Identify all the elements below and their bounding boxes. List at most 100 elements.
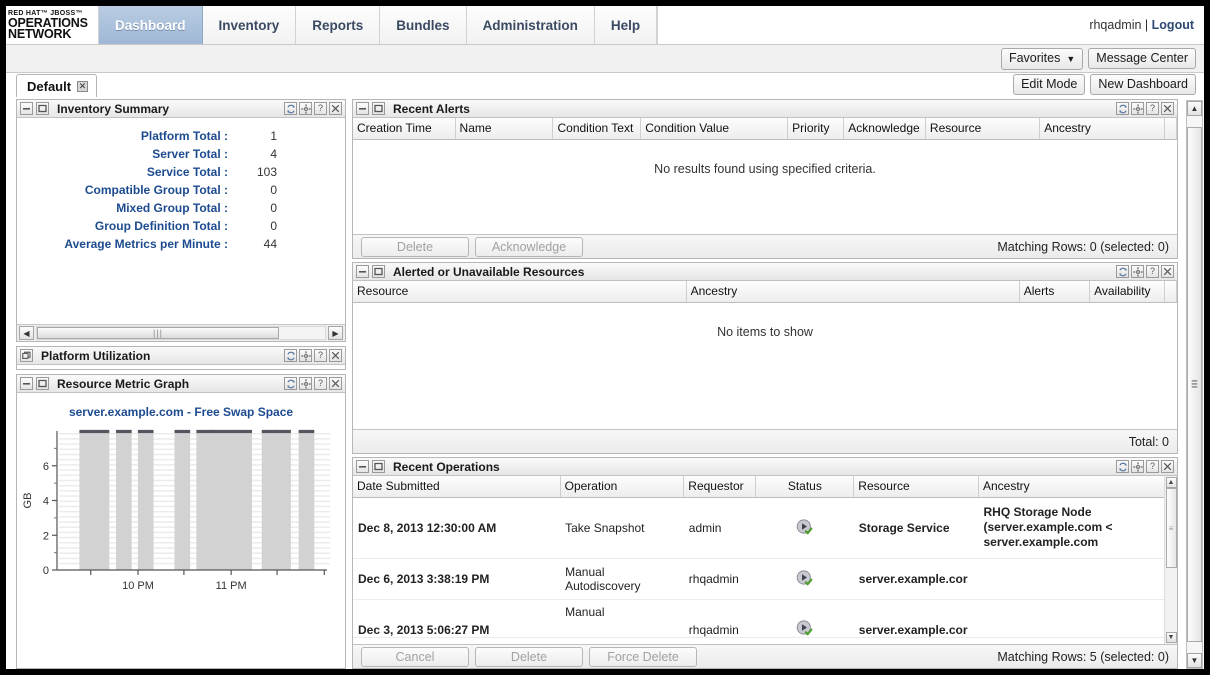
scroll-thumb[interactable]: ||| — [37, 327, 279, 339]
nav-item-bundles[interactable]: Bundles — [380, 6, 467, 44]
close-icon[interactable] — [329, 349, 342, 362]
gear-icon[interactable] — [1131, 265, 1144, 278]
refresh-icon[interactable] — [284, 102, 297, 115]
help-icon[interactable]: ? — [314, 377, 327, 390]
nav-item-help[interactable]: Help — [594, 6, 658, 44]
help-icon[interactable]: ? — [314, 102, 327, 115]
operation-success-icon — [797, 519, 813, 535]
column-header-ancestry[interactable]: Ancestry — [1039, 118, 1165, 140]
cell-resource[interactable]: Storage Service — [853, 497, 979, 559]
column-header-availability[interactable]: Availability — [1089, 281, 1165, 303]
refresh-icon[interactable] — [1116, 265, 1129, 278]
help-icon[interactable]: ? — [1146, 102, 1159, 115]
column-header-alerts[interactable]: Alerts — [1019, 281, 1091, 303]
close-icon[interactable] — [1161, 265, 1174, 278]
close-icon[interactable] — [1161, 460, 1174, 473]
page-vertical-scrollbar[interactable]: ▲ ━ ━ ━ ▼ — [1186, 100, 1203, 669]
column-header-resource[interactable]: Resource — [925, 118, 1041, 140]
horizontal-scrollbar[interactable]: ◀ ||| ▶ — [17, 324, 345, 341]
column-header-operation[interactable]: Operation — [560, 476, 685, 498]
maximize-icon[interactable] — [372, 102, 385, 115]
acknowledge-button[interactable]: Acknowledge — [475, 236, 583, 257]
refresh-icon[interactable] — [1116, 102, 1129, 115]
nav-item-dashboard[interactable]: Dashboard — [98, 6, 203, 44]
scroll-thumb[interactable]: ━ ━ ━ — [1187, 126, 1202, 643]
cancel-button[interactable]: Cancel — [361, 646, 469, 667]
scroll-down-icon[interactable]: ▼ — [1165, 632, 1177, 643]
gear-icon[interactable] — [299, 349, 312, 362]
table-row[interactable]: Dec 6, 2013 3:38:19 PM Manual Autodiscov… — [353, 558, 1164, 600]
portlet-header: Platform Utilization ? — [17, 347, 345, 365]
grid-vertical-scrollbar[interactable]: ▲ ≡ ▼ — [1164, 476, 1177, 644]
minimize-icon[interactable] — [356, 265, 369, 278]
scroll-up-icon[interactable]: ▲ — [1187, 101, 1202, 116]
scroll-thumb[interactable]: ≡ — [1165, 488, 1177, 569]
table-row[interactable]: Dec 8, 2013 12:30:00 AM Take Snapshot ad… — [353, 497, 1164, 559]
new-dashboard-button[interactable]: New Dashboard — [1090, 74, 1196, 95]
logout-link[interactable]: Logout — [1152, 18, 1194, 32]
scroll-up-icon[interactable]: ▲ — [1165, 477, 1177, 488]
cell-date-submitted[interactable]: Dec 8, 2013 12:30:00 AM — [353, 497, 561, 559]
column-header-condition-value[interactable]: Condition Value — [640, 118, 789, 140]
close-icon[interactable] — [329, 102, 342, 115]
cell-resource[interactable]: server.example.cor — [853, 599, 979, 638]
gear-icon[interactable] — [299, 102, 312, 115]
close-icon[interactable]: ✕ — [77, 80, 89, 92]
delete-button[interactable]: Delete — [475, 646, 583, 667]
gear-icon[interactable] — [299, 377, 312, 390]
scroll-left-icon[interactable]: ◀ — [19, 326, 34, 340]
dashboard-tab-default[interactable]: Default ✕ — [16, 74, 98, 97]
nav-item-administration[interactable]: Administration — [466, 6, 595, 44]
column-header-acknowledge[interactable]: Acknowledge — [843, 118, 926, 140]
help-icon[interactable]: ? — [1146, 265, 1159, 278]
scroll-down-icon[interactable]: ▼ — [1187, 653, 1202, 668]
column-header-status[interactable]: Status — [755, 476, 855, 498]
close-icon[interactable] — [329, 377, 342, 390]
message-center-button[interactable]: Message Center — [1088, 48, 1196, 69]
cell-date-submitted[interactable]: Dec 3, 2013 5:06:27 PM — [353, 599, 561, 638]
maximize-icon[interactable] — [372, 265, 385, 278]
maximize-icon[interactable] — [36, 102, 49, 115]
gear-icon[interactable] — [1131, 102, 1144, 115]
minimize-icon[interactable] — [20, 102, 33, 115]
minimize-icon[interactable] — [356, 460, 369, 473]
minimize-icon[interactable] — [356, 102, 369, 115]
maximize-icon[interactable] — [36, 377, 49, 390]
column-header-requestor[interactable]: Requestor — [683, 476, 757, 498]
minimize-icon[interactable] — [20, 377, 33, 390]
column-header-creation-time[interactable]: Creation Time — [353, 118, 456, 140]
column-header-ancestry[interactable]: Ancestry — [686, 281, 1020, 303]
restore-icon[interactable] — [20, 349, 33, 362]
cell-date-submitted[interactable]: Dec 6, 2013 3:38:19 PM — [353, 558, 561, 600]
gear-icon[interactable] — [1131, 460, 1144, 473]
edit-mode-button[interactable]: Edit Mode — [1013, 74, 1086, 95]
row-label: Service Total : — [146, 165, 228, 179]
table-row[interactable]: Dec 3, 2013 5:06:27 PM Manual rhqadmin s… — [353, 599, 1164, 638]
force-delete-button[interactable]: Force Delete — [589, 646, 697, 667]
nav-item-reports[interactable]: Reports — [296, 6, 381, 44]
scroll-track[interactable]: ≡ — [1165, 488, 1177, 631]
close-icon[interactable] — [1161, 102, 1174, 115]
column-header-name[interactable]: Name — [455, 118, 554, 140]
column-header-date-submitted[interactable]: Date Submitted — [353, 476, 561, 498]
scroll-right-icon[interactable]: ▶ — [328, 326, 343, 340]
inventory-row-average-metrics-per-minute: Average Metrics per Minute : 44 — [17, 235, 345, 253]
column-header-resource[interactable]: Resource — [853, 476, 979, 498]
refresh-icon[interactable] — [1116, 460, 1129, 473]
cell-resource[interactable]: server.example.cor — [853, 558, 979, 600]
help-icon[interactable]: ? — [314, 349, 327, 362]
column-header-ancestry[interactable]: Ancestry — [978, 476, 1164, 498]
column-header-resource[interactable]: Resource — [353, 281, 687, 303]
row-value: 0 — [270, 219, 277, 233]
refresh-icon[interactable] — [284, 349, 297, 362]
maximize-icon[interactable] — [372, 460, 385, 473]
help-icon[interactable]: ? — [1146, 460, 1159, 473]
column-header-condition-text[interactable]: Condition Text — [552, 118, 642, 140]
column-header-priority[interactable]: Priority — [787, 118, 845, 140]
nav-item-inventory[interactable]: Inventory — [202, 6, 297, 44]
delete-button[interactable]: Delete — [361, 236, 469, 257]
favorites-dropdown[interactable]: Favorites ▼ — [1000, 47, 1084, 70]
refresh-icon[interactable] — [284, 377, 297, 390]
scroll-track[interactable]: ||| — [36, 326, 326, 340]
scroll-track[interactable]: ━ ━ ━ — [1187, 116, 1202, 653]
